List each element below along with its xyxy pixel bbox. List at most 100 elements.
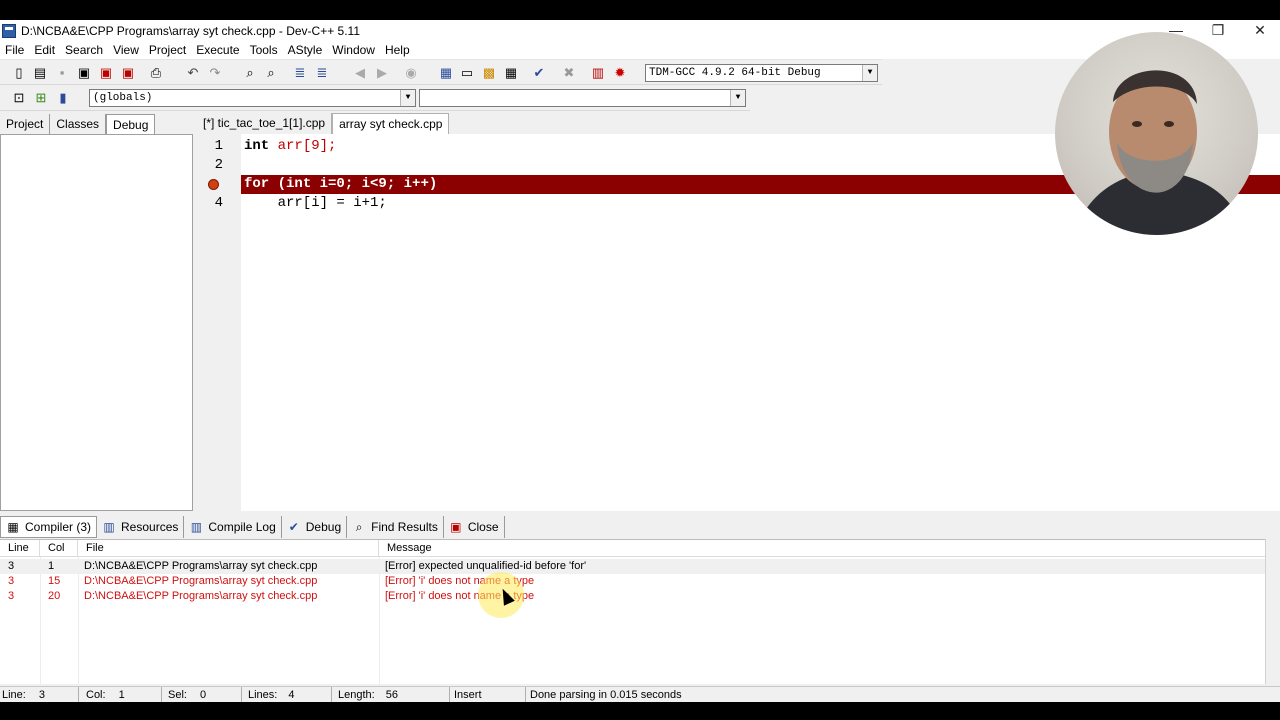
status-col-label: Col:	[86, 689, 106, 701]
scope-select[interactable]: (globals) ▼	[89, 89, 416, 107]
tab-close-label: Close	[467, 520, 499, 534]
back-icon[interactable]: ◀	[351, 64, 369, 82]
tab-compile-log[interactable]: ▥ Compile Log	[184, 516, 282, 538]
chart-icon[interactable]: ▥	[589, 64, 607, 82]
insert-icon[interactable]: ⊡	[10, 89, 28, 107]
save-icon[interactable]: ▪	[53, 64, 71, 82]
undo-icon[interactable]: ↶	[184, 64, 202, 82]
line-number: 2	[214, 157, 223, 173]
tab-resources-label: Resources	[121, 520, 179, 534]
tab-compiler-label: Compiler (3)	[25, 520, 92, 534]
tab-debug[interactable]: Debug	[106, 114, 156, 134]
toggle-bookmark-icon[interactable]: ⊞	[32, 89, 50, 107]
message-file: D:\NCBA&E\CPP Programs\array syt check.c…	[84, 560, 318, 572]
debug-icon[interactable]: ✹	[611, 64, 629, 82]
find-icon: ⌕	[355, 520, 363, 534]
project-icon[interactable]: ▦	[437, 64, 455, 82]
message-row[interactable]: 3 20 D:\NCBA&E\CPP Programs\array syt ch…	[0, 589, 1265, 604]
message-col: 20	[48, 590, 61, 602]
status-sel-value: 0	[200, 689, 207, 701]
compiler-select-value: TDM-GCC 4.9.2 64-bit Debug	[649, 67, 821, 79]
check-icon: ✔	[288, 520, 299, 534]
replace-icon[interactable]: ⌕	[262, 64, 280, 82]
tab-compile-log-label: Compile Log	[208, 520, 276, 534]
message-row[interactable]: 3 15 D:\NCBA&E\CPP Programs\array syt ch…	[0, 574, 1265, 589]
restore-button[interactable]: ❐	[1196, 20, 1240, 40]
menu-edit[interactable]: Edit	[29, 41, 60, 59]
resources-icon: ▥	[103, 520, 115, 534]
menu-window[interactable]: Window	[327, 41, 380, 59]
messages-scrollbar[interactable]	[1265, 539, 1280, 684]
tab-close[interactable]: ▣ Close	[444, 516, 505, 538]
new-file-icon[interactable]: ▯	[10, 64, 28, 82]
close-all-icon[interactable]: ▣	[119, 64, 137, 82]
message-line: 3	[8, 590, 15, 602]
menu-project[interactable]: Project	[144, 41, 191, 59]
menu-execute[interactable]: Execute	[191, 41, 244, 59]
tab-compiler[interactable]: ▦ Compiler (3)	[0, 516, 98, 538]
tab-debug-bottom[interactable]: ✔ Debug	[282, 516, 348, 538]
status-length: Length: 56	[336, 687, 450, 703]
tab-classes[interactable]: Classes	[50, 114, 107, 134]
column-header-file[interactable]: File	[78, 540, 379, 557]
breakpoint-icon[interactable]	[208, 179, 219, 190]
menu-file[interactable]: File	[0, 41, 29, 59]
status-col-value: 1	[118, 689, 125, 701]
column-header-message[interactable]: Message	[379, 540, 1265, 557]
menu-tools[interactable]: Tools	[245, 41, 283, 59]
tab-find-results[interactable]: ⌕ Find Results	[347, 516, 444, 538]
message-col: 1	[48, 560, 55, 572]
code-text: for (int i=0; i<9; i++)	[244, 175, 437, 194]
save-all-icon[interactable]: ▣	[75, 64, 93, 82]
presenter-image	[1075, 70, 1245, 235]
chevron-down-icon[interactable]: ▼	[730, 90, 745, 106]
class-browser-icon[interactable]: ▩	[480, 64, 498, 82]
code-keyword: for	[244, 176, 270, 192]
close-file-icon[interactable]: ▣	[97, 64, 115, 82]
tab-debug-bottom-label: Debug	[305, 520, 342, 534]
grid-icon: ▦	[7, 520, 19, 534]
menu-search[interactable]: Search	[60, 41, 108, 59]
toggle-icon[interactable]: ◉	[402, 64, 420, 82]
tab-tic-tac-toe[interactable]: [*] tic_tac_toe_1[1].cpp	[197, 113, 333, 134]
message-line: 3	[8, 560, 15, 572]
forward-icon[interactable]: ▶	[373, 64, 391, 82]
menu-astyle[interactable]: AStyle	[283, 41, 328, 59]
close-window-button[interactable]: ✕	[1238, 20, 1280, 40]
messages-header: Line Col File Message	[0, 540, 1265, 557]
tab-resources[interactable]: ▥ Resources	[97, 516, 185, 538]
compile-check-icon[interactable]: ✔	[530, 64, 548, 82]
secondary-toolbar: ⊡ ⊞ ▮ (globals) ▼ ▼	[0, 86, 750, 111]
find-icon[interactable]: ⌕	[241, 64, 259, 82]
chevron-down-icon[interactable]: ▼	[862, 65, 877, 81]
stop-icon[interactable]: ✖	[560, 64, 578, 82]
tab-array-syt-check[interactable]: array syt check.cpp	[332, 113, 450, 134]
left-panel-tabs: Project Classes Debug	[0, 114, 156, 134]
redo-icon[interactable]: ↷	[206, 64, 224, 82]
unindent-icon[interactable]: ≣	[313, 64, 331, 82]
window-icon[interactable]: ▭	[458, 64, 476, 82]
compiler-select[interactable]: TDM-GCC 4.9.2 64-bit Debug ▼	[645, 64, 878, 82]
status-sel: Sel: 0	[166, 687, 242, 703]
menu-help[interactable]: Help	[380, 41, 415, 59]
open-file-icon[interactable]: ▤	[31, 64, 49, 82]
line-number: 1	[214, 138, 223, 154]
goto-bookmark-icon[interactable]: ▮	[54, 89, 72, 107]
chevron-down-icon[interactable]: ▼	[400, 90, 415, 106]
scope-select-value: (globals)	[93, 92, 153, 104]
code-keyword: int	[244, 138, 270, 154]
print-icon[interactable]: ⎙	[147, 64, 165, 82]
column-header-col[interactable]: Col	[40, 540, 78, 557]
column-header-line[interactable]: Line	[0, 540, 40, 557]
tab-project[interactable]: Project	[0, 114, 51, 134]
symbol-select[interactable]: ▼	[419, 89, 746, 107]
message-row[interactable]: 3 1 D:\NCBA&E\CPP Programs\array syt che…	[0, 559, 1265, 574]
menu-view[interactable]: View	[108, 41, 144, 59]
indent-icon[interactable]: ≣	[291, 64, 309, 82]
layout-icon[interactable]: ▦	[502, 64, 520, 82]
code-text: arr[i] = i+1;	[244, 194, 387, 213]
top-black-bar	[0, 0, 1280, 20]
status-length-value: 56	[385, 689, 399, 701]
message-file: D:\NCBA&E\CPP Programs\array syt check.c…	[84, 575, 318, 587]
compiler-messages-panel: Line Col File Message 3 1 D:\NCBA&E\CPP …	[0, 539, 1280, 685]
